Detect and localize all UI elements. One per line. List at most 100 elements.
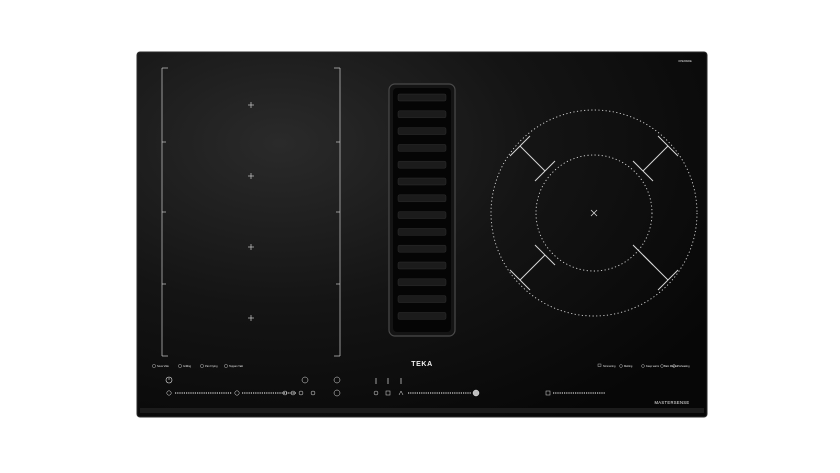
slider-dot	[183, 392, 185, 394]
slider-dot	[414, 392, 416, 394]
slider-dot	[570, 392, 572, 394]
vent-slat	[397, 194, 447, 203]
slider-dot	[186, 392, 188, 394]
function-label: Preheating	[677, 364, 690, 368]
openside-badge: OPENSIDE	[678, 59, 692, 63]
slider-dot	[197, 392, 199, 394]
slider-dot	[216, 392, 218, 394]
slider-dot	[288, 392, 290, 394]
slider-dot	[588, 392, 590, 394]
slider-dot	[452, 392, 454, 394]
slider-dot	[283, 392, 285, 394]
slider-dot	[250, 392, 252, 394]
vent-slat	[397, 160, 447, 169]
slider-dot	[203, 392, 205, 394]
vent-slat	[397, 110, 447, 119]
slider-dot	[248, 392, 250, 394]
slider-dot	[188, 392, 190, 394]
slider-dot	[557, 392, 559, 394]
slider-dot	[412, 392, 414, 394]
slider-dot	[555, 392, 557, 394]
vent-slat	[397, 228, 447, 236]
series-logo: MASTERSENSE	[655, 400, 690, 405]
slider-dot	[221, 392, 223, 394]
slider-dot	[212, 392, 214, 394]
slider-dot	[430, 392, 432, 394]
vent-slat	[397, 144, 447, 152]
slider-dot	[564, 392, 566, 394]
slider-dot	[268, 392, 270, 394]
slider-dot	[575, 392, 577, 394]
slider-dot	[201, 392, 203, 394]
vent-slat	[397, 177, 447, 186]
function-label: Sous Vide	[157, 364, 169, 368]
vent-slat	[397, 127, 447, 135]
slider-dot	[441, 392, 443, 394]
slider-dot	[255, 392, 257, 394]
slider-dot	[416, 392, 418, 394]
vent-slat	[397, 211, 447, 219]
slider-dot	[175, 392, 177, 394]
function-label: Pan Frying	[205, 364, 218, 368]
slider-dot	[443, 392, 445, 394]
slider-dot	[181, 392, 183, 394]
slider-dot	[454, 392, 456, 394]
slider-dot	[292, 392, 294, 394]
vent-slat	[397, 278, 447, 287]
slider-dot	[279, 392, 281, 394]
slider-dot	[456, 392, 458, 394]
function-label: Teppan Yaki	[229, 364, 243, 368]
slider-dot	[423, 392, 425, 394]
slider-dot	[592, 392, 594, 394]
slider-dot	[219, 392, 221, 394]
slider-dot	[559, 392, 561, 394]
slider-dot	[425, 392, 427, 394]
slider-dot	[421, 392, 423, 394]
slider-dot	[467, 392, 469, 394]
slider-dot	[257, 392, 259, 394]
slider-dot	[603, 392, 605, 394]
slider-dot	[190, 392, 192, 394]
slider-dot	[445, 392, 447, 394]
slider-dot	[199, 392, 201, 394]
slider-dot	[469, 392, 471, 394]
slider-dot	[230, 392, 232, 394]
hood-boost-button[interactable]	[472, 389, 480, 397]
slider-dot	[419, 392, 421, 394]
cooktop-illustration: OPENSIDE TEKA Sous Vide Grilling Pan Fry…	[136, 51, 708, 418]
vent-slat	[397, 244, 447, 253]
slider-dot	[460, 392, 462, 394]
slider-dot	[208, 392, 210, 394]
slider-dot	[434, 392, 436, 394]
slider-dot	[579, 392, 581, 394]
slider-dot	[601, 392, 603, 394]
slider-dot	[583, 392, 585, 394]
slider-dot	[436, 392, 438, 394]
downdraft-vent[interactable]	[388, 83, 456, 337]
slider-dot	[194, 392, 196, 394]
vent-slat	[397, 261, 447, 270]
function-label: Keep warm	[646, 364, 659, 368]
vent-slat	[397, 312, 447, 320]
slider-dot	[244, 392, 246, 394]
slider-dot	[210, 392, 212, 394]
slider-dot	[561, 392, 563, 394]
slider-dot	[272, 392, 274, 394]
slider-dot	[266, 392, 268, 394]
slider-dot	[410, 392, 412, 394]
bottom-trim	[140, 408, 704, 413]
slider-dot	[246, 392, 248, 394]
slider-dot	[553, 392, 555, 394]
slider-dot	[408, 392, 410, 394]
slider-dot	[458, 392, 460, 394]
slider-dot	[465, 392, 467, 394]
hood-power-slider[interactable]	[408, 392, 471, 394]
slider-dot	[261, 392, 263, 394]
slider-dot	[432, 392, 434, 394]
slider-dot	[259, 392, 261, 394]
slider-dot	[568, 392, 570, 394]
slider-dot	[586, 392, 588, 394]
slider-dot	[214, 392, 216, 394]
slider-dot	[597, 392, 599, 394]
slider-dot	[270, 392, 272, 394]
